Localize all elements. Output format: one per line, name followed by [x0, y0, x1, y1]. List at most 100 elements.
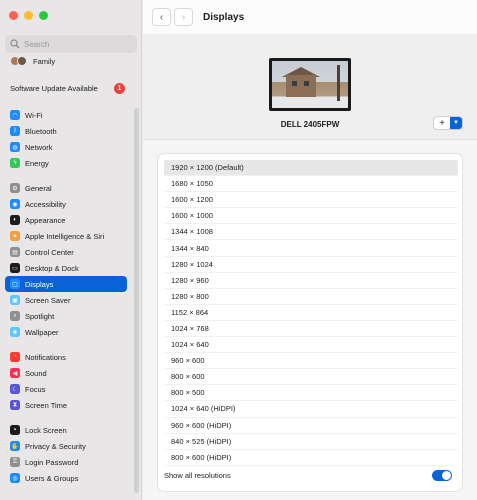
resolution-option[interactable]: 1024 × 768	[164, 321, 458, 338]
display-icon: ▢	[10, 279, 20, 289]
resolution-option[interactable]: 1680 × 1050	[164, 176, 458, 193]
resolution-option[interactable]: 800 × 600	[164, 369, 458, 386]
family-avatars	[10, 56, 27, 66]
sidebar-item-privacy-security[interactable]: ✋ Privacy & Security	[5, 438, 127, 454]
resolution-option[interactable]: 960 × 600	[164, 353, 458, 370]
screen-saver-icon: ▣	[10, 295, 20, 305]
sidebar-item-label: Bluetooth	[25, 126, 57, 136]
sidebar-nav: ◠ Wi-Fi ᛒ Bluetooth ◍ Network ϟ Energy ⚙ General ◉…	[5, 107, 127, 495]
resolution-option[interactable]: 800 × 600 (HiDPI)	[164, 450, 458, 466]
sidebar-item-notifications[interactable]: ◔ Notifications	[5, 349, 127, 365]
resolution-option[interactable]: 960 × 600 (HiDPI)	[164, 418, 458, 434]
sidebar-item-label: General	[25, 183, 52, 193]
sidebar-item-general[interactable]: ⚙ General	[5, 180, 127, 196]
zoom-button[interactable]	[39, 11, 48, 20]
monitor-thumbnail[interactable]	[269, 58, 351, 111]
add-display-control[interactable]: + ▼	[433, 116, 463, 130]
family-label: Family	[33, 56, 56, 66]
resolution-option[interactable]: 1344 × 1008	[164, 224, 458, 241]
sidebar-item-focus[interactable]: ☾ Focus	[5, 381, 127, 397]
back-button[interactable]: ‹	[152, 8, 171, 26]
sidebar-item-screen-time[interactable]: ⧗ Screen Time	[5, 397, 127, 413]
sidebar-item-label: Lock Screen	[25, 425, 67, 435]
sidebar-item-network[interactable]: ◍ Network	[5, 139, 127, 155]
search-input[interactable]	[24, 39, 124, 49]
sidebar-item-control-center[interactable]: ▤ Control Center	[5, 244, 127, 260]
sidebar-item-label: Appearance	[25, 215, 66, 225]
sidebar-item-label: Focus	[25, 384, 46, 394]
magnifier-icon: ⌕	[10, 311, 20, 321]
show-all-resolutions-row: Show all resolutions	[164, 470, 458, 481]
resolution-panel: 1920 × 1200 (Default) 1680 × 1050 1600 × 1…	[157, 153, 463, 492]
sidebar-group: ▪ Lock Screen ✋ Privacy & Security ⚿ Login Pa…	[5, 422, 127, 486]
update-badge: 1	[114, 83, 125, 94]
resolution-option[interactable]: 1600 × 1000	[164, 208, 458, 225]
moon-icon: ☾	[10, 384, 20, 394]
siri-icon: ✦	[10, 231, 20, 241]
monitor-wallpaper	[272, 61, 348, 108]
resolution-option[interactable]: 1152 × 864	[164, 305, 458, 321]
bolt-icon: ϟ	[10, 158, 20, 168]
sidebar-item-wifi[interactable]: ◠ Wi-Fi	[5, 107, 127, 123]
accessibility-icon: ◉	[10, 199, 20, 209]
toolbar: ‹ › Displays	[143, 0, 477, 34]
resolution-option[interactable]: 840 × 525 (HiDPI)	[164, 434, 458, 450]
sidebar-item-label: Apple Intelligence & Siri	[25, 231, 105, 241]
sidebar-item-appearance[interactable]: ◐ Appearance	[5, 212, 127, 228]
resolution-option[interactable]: 800 × 500	[164, 385, 458, 402]
page-title: Displays	[203, 11, 245, 23]
family-item[interactable]: Family	[10, 56, 55, 66]
resolution-option[interactable]: 1920 × 1200 (Default)	[164, 160, 458, 177]
show-all-resolutions-toggle[interactable]	[432, 470, 452, 481]
appearance-icon: ◐	[10, 215, 20, 225]
sidebar-item-accessibility[interactable]: ◉ Accessibility	[5, 196, 127, 212]
sidebar-scrollbar[interactable]	[134, 108, 139, 493]
resolution-option[interactable]: 1280 × 1024	[164, 257, 458, 273]
hourglass-icon: ⧗	[10, 400, 20, 410]
resolution-option[interactable]: 1600 × 1200	[164, 192, 458, 209]
forward-button[interactable]: ›	[174, 8, 193, 26]
sidebar-item-login-password[interactable]: ⚿ Login Password	[5, 454, 127, 470]
resolution-option[interactable]: 1280 × 800	[164, 289, 458, 305]
sidebar-item-lock-screen[interactable]: ▪ Lock Screen	[5, 422, 127, 438]
hand-icon: ✋	[10, 441, 20, 451]
sidebar-item-wallpaper[interactable]: ❀ Wallpaper	[5, 324, 127, 340]
resolution-option[interactable]: 1024 × 640	[164, 337, 458, 354]
globe-icon: ◍	[10, 142, 20, 152]
wifi-icon: ◠	[10, 110, 20, 120]
display-arrangement: DELL 2405FPW + ▼	[143, 34, 477, 140]
minimize-button[interactable]	[24, 11, 33, 20]
sidebar-item-desktop-dock[interactable]: ▭ Desktop & Dock	[5, 260, 127, 276]
sidebar-item-spotlight[interactable]: ⌕ Spotlight	[5, 308, 127, 324]
sidebar-item-label: Screen Saver	[25, 295, 71, 305]
search-icon	[10, 39, 20, 49]
main-pane: ‹ › Displays DELL 2405FPW + ▼ 1920 × 120…	[143, 0, 477, 500]
sidebar-item-label: Spotlight	[25, 311, 55, 321]
sidebar-item-label: Sound	[25, 368, 47, 378]
lock-icon: ▪	[10, 425, 20, 435]
sidebar-group: ⚙ General ◉ Accessibility ◐ Appearance ✦ Apple …	[5, 180, 127, 340]
sidebar-item-apple-intelligence[interactable]: ✦ Apple Intelligence & Siri	[5, 228, 127, 244]
sidebar-item-label: Energy	[25, 158, 49, 168]
sidebar-item-displays[interactable]: ▢ Displays	[5, 276, 127, 292]
chevron-right-icon: ›	[181, 11, 186, 23]
resolution-option[interactable]: 1280 × 960	[164, 273, 458, 289]
key-icon: ⚿	[10, 457, 20, 467]
sidebar-item-label: Login Password	[25, 457, 79, 467]
gear-icon: ⚙	[10, 183, 20, 193]
sidebar-item-screen-saver[interactable]: ▣ Screen Saver	[5, 292, 127, 308]
software-update-label: Software Update Available	[10, 84, 98, 93]
search-field[interactable]	[5, 35, 137, 53]
close-button[interactable]	[9, 11, 18, 20]
plus-icon[interactable]: +	[434, 117, 450, 129]
software-update-item[interactable]: Software Update Available 1	[10, 83, 125, 94]
sidebar-item-users-groups[interactable]: ◎ Users & Groups	[5, 470, 127, 486]
resolution-option[interactable]: 1344 × 840	[164, 240, 458, 257]
sidebar-item-energy[interactable]: ϟ Energy	[5, 155, 127, 171]
sidebar-item-sound[interactable]: ◀ Sound	[5, 365, 127, 381]
sidebar-item-label: Desktop & Dock	[25, 263, 79, 273]
resolution-option[interactable]: 1024 × 640 (HiDPI)	[164, 401, 458, 418]
sidebar-item-bluetooth[interactable]: ᛒ Bluetooth	[5, 123, 127, 139]
window-controls	[9, 11, 48, 20]
chevron-down-icon[interactable]: ▼	[450, 117, 462, 129]
